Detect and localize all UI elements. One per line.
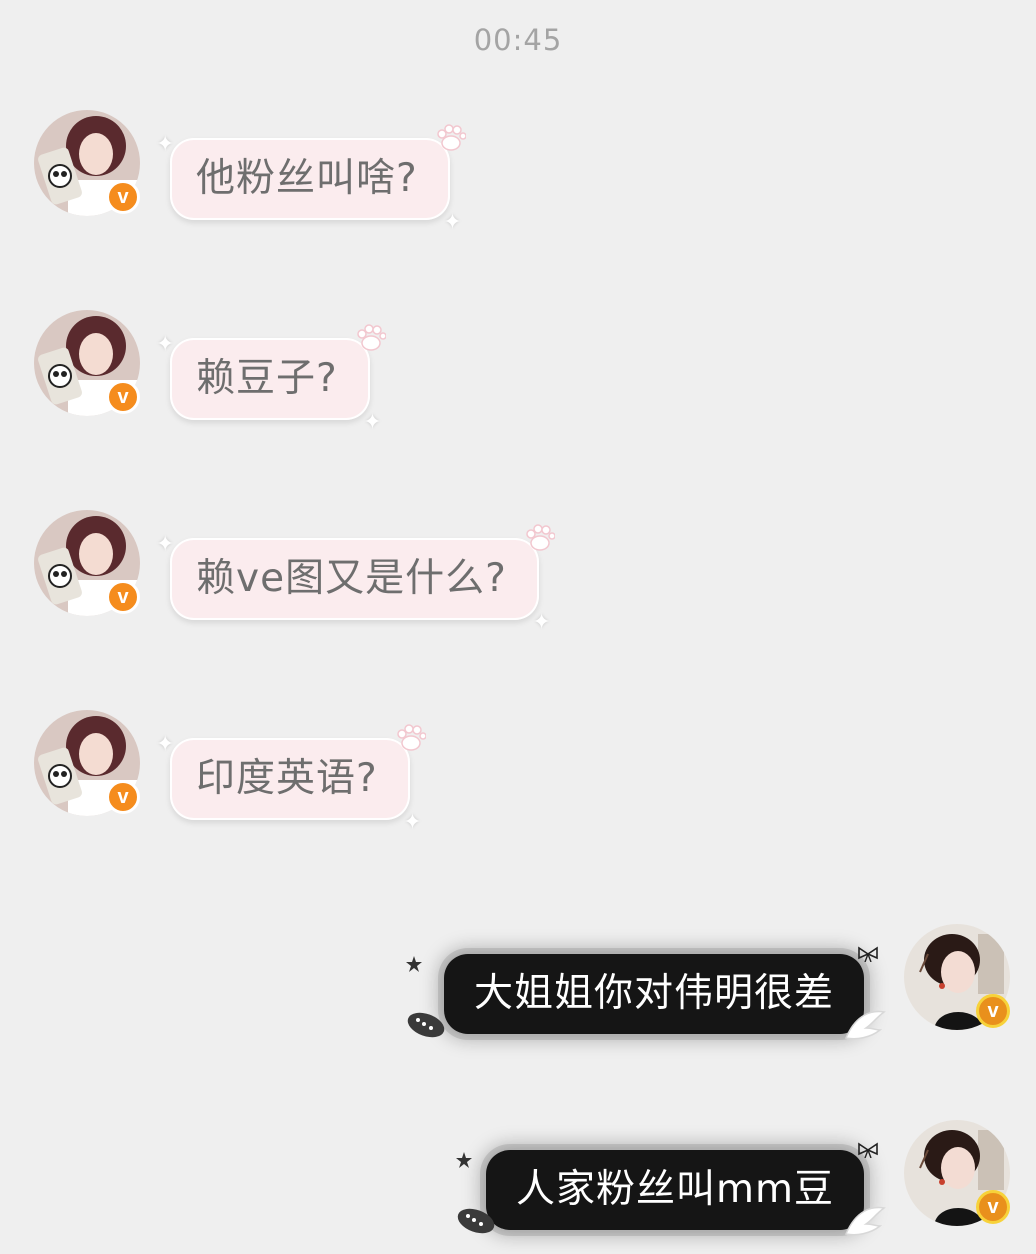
message-row: v 印度英语? ✦ ✦ xyxy=(34,710,474,834)
bow-icon xyxy=(858,1142,878,1158)
feather-icon xyxy=(457,1208,495,1234)
sent-message-bubble[interactable]: 大姐姐你对伟明很差 xyxy=(443,954,864,1034)
sparkle-icon: ✦ xyxy=(156,332,175,357)
verified-badge: v xyxy=(106,180,140,214)
sparkle-icon: ✦ xyxy=(156,732,175,757)
user-avatar[interactable]: v xyxy=(904,1120,1010,1226)
message-text: 印度英语? xyxy=(196,756,378,801)
message-text: 赖ve图又是什么? xyxy=(196,556,507,601)
received-message-bubble[interactable]: 赖豆子? ✦ ✦ xyxy=(156,324,386,434)
contact-avatar[interactable]: v xyxy=(34,110,140,216)
star-icon xyxy=(406,956,422,972)
message-row: v 赖ve图又是什么? ✦ ✦ xyxy=(34,510,594,634)
contact-avatar[interactable]: v xyxy=(34,710,140,816)
contact-avatar[interactable]: v xyxy=(34,310,140,416)
verified-badge: v xyxy=(976,994,1010,1028)
paw-icon xyxy=(436,124,466,151)
received-message-bubble[interactable]: 印度英语? ✦ ✦ xyxy=(156,724,426,834)
message-row: 人家粉丝叫mm豆 v xyxy=(450,1120,1010,1236)
sparkle-icon: ✦ xyxy=(403,810,422,835)
message-row: 大姐姐你对伟明很差 v xyxy=(400,924,1010,1040)
verified-badge: v xyxy=(106,380,140,414)
contact-avatar[interactable]: v xyxy=(34,510,140,616)
user-avatar[interactable]: v xyxy=(904,924,1010,1030)
paw-icon xyxy=(356,324,386,351)
paw-icon xyxy=(526,524,555,551)
message-text: 大姐姐你对伟明很差 xyxy=(473,971,834,1016)
message-row: v 他粉丝叫啥? ✦ ✦ xyxy=(34,110,494,234)
sparkle-icon: ✦ xyxy=(443,210,462,235)
message-text: 赖豆子? xyxy=(196,356,338,401)
verified-badge: v xyxy=(106,580,140,614)
message-text: 他粉丝叫啥? xyxy=(196,156,418,201)
paw-icon xyxy=(396,724,426,751)
wing-icon xyxy=(844,1206,886,1236)
sparkle-icon: ✦ xyxy=(156,532,175,557)
verified-badge: v xyxy=(106,780,140,814)
star-icon xyxy=(456,1152,472,1168)
verified-badge: v xyxy=(976,1190,1010,1224)
chat-timestamp: 00:45 xyxy=(473,23,563,57)
received-message-bubble[interactable]: 他粉丝叫啥? ✦ ✦ xyxy=(156,124,466,234)
received-message-bubble[interactable]: 赖ve图又是什么? ✦ ✦ xyxy=(156,524,555,634)
message-row: v 赖豆子? ✦ ✦ xyxy=(34,310,434,434)
message-text: 人家粉丝叫mm豆 xyxy=(516,1167,834,1212)
sparkle-icon: ✦ xyxy=(156,132,175,157)
wing-icon xyxy=(844,1010,886,1040)
sent-message-bubble[interactable]: 人家粉丝叫mm豆 xyxy=(486,1150,864,1230)
feather-icon xyxy=(407,1012,445,1038)
sparkle-icon: ✦ xyxy=(363,410,382,435)
bow-icon xyxy=(858,946,878,962)
sparkle-icon: ✦ xyxy=(532,610,551,635)
